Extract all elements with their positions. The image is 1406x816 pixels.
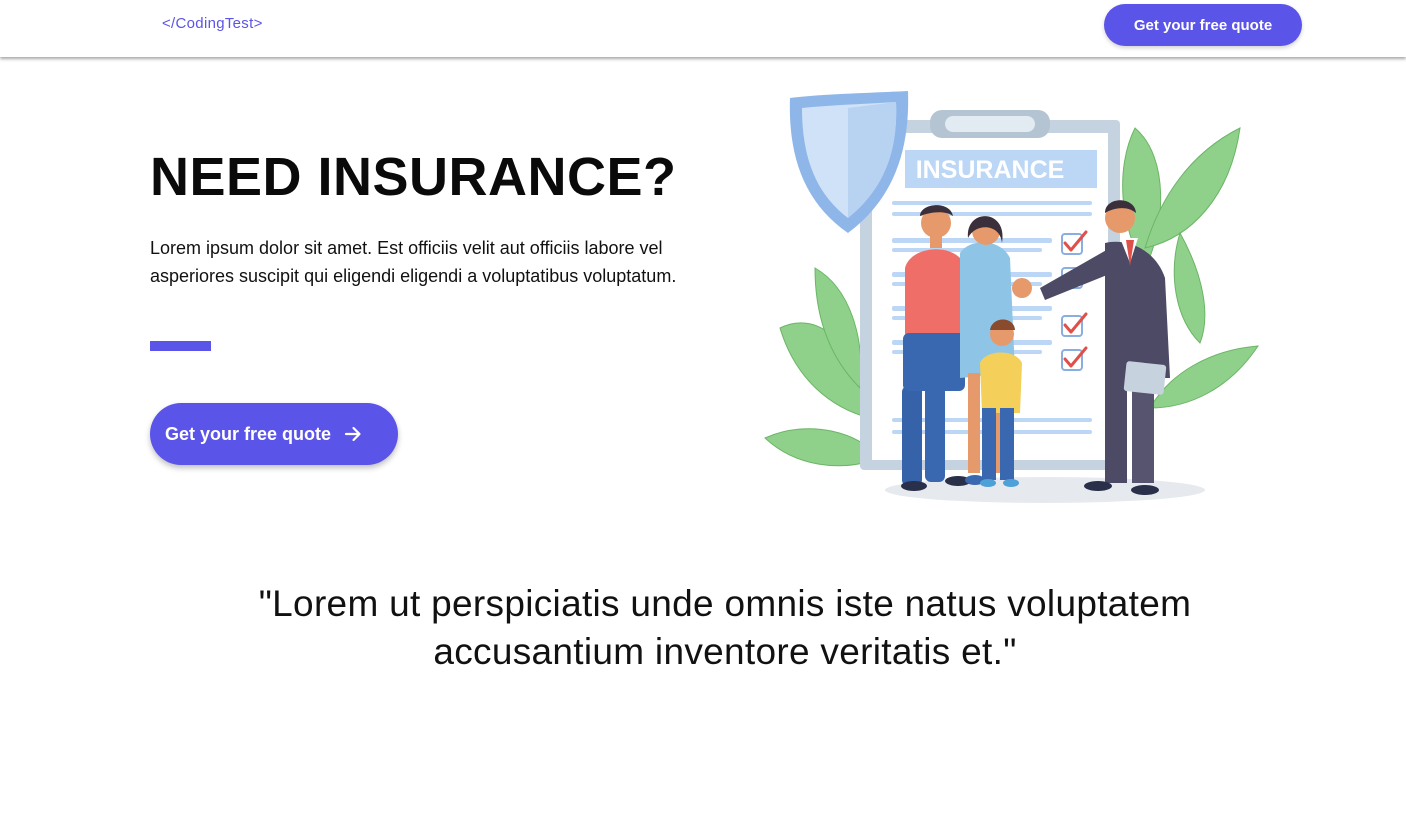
hero-description: Lorem ipsum dolor sit amet. Est officiis… [150, 238, 677, 286]
arrow-right-icon [343, 424, 363, 444]
insurance-illustration: INSURANCE [760, 88, 1260, 506]
site-logo[interactable]: </CodingTest> [162, 15, 263, 32]
hero-quote-button[interactable]: Get your free quote [150, 403, 398, 465]
navbar: </CodingTest> Get your free quote [0, 0, 1406, 57]
accent-divider [150, 341, 211, 351]
hero-quote-button-label: Get your free quote [165, 423, 332, 444]
nav-quote-button[interactable]: Get your free quote [1104, 4, 1302, 46]
hero-title: NEED INSURANCE? [150, 147, 677, 207]
testimonial-quote: "Lorem ut perspiciatis unde omnis iste n… [258, 583, 1192, 672]
illustration-sign: INSURANCE [916, 156, 1065, 184]
